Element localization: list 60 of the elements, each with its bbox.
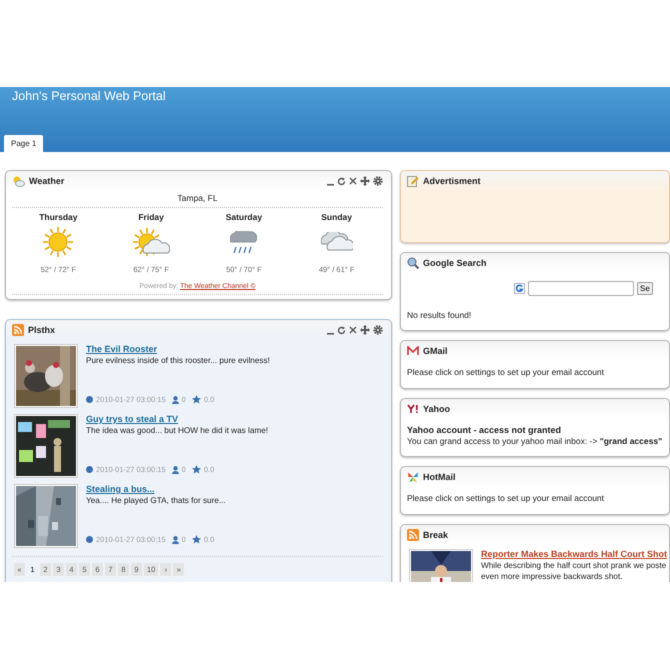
refresh-icon[interactable] xyxy=(337,326,346,334)
butterfly-icon xyxy=(407,471,419,483)
article-link[interactable]: Reporter Makes Backwards Half Court Shot xyxy=(481,549,668,559)
search-button[interactable]: Se xyxy=(637,282,653,295)
widget-title: Plsthx xyxy=(28,325,56,335)
widget-title: Weather xyxy=(29,176,64,186)
widget-title: GMail xyxy=(423,346,448,356)
mail-icon xyxy=(407,346,419,356)
star-icon xyxy=(192,395,201,404)
info-message: Please click on settings to set up your email account xyxy=(407,366,606,379)
close-icon[interactable] xyxy=(349,326,357,334)
day-label: Friday xyxy=(137,212,165,222)
notepad-icon xyxy=(407,175,419,187)
settings-icon[interactable] xyxy=(373,176,383,186)
user-icon xyxy=(172,466,179,474)
search-field[interactable] xyxy=(528,281,634,296)
access-message: You can grand access to your yahoo mail inbox: -> "grand access" xyxy=(407,435,661,448)
day-label: Saturday xyxy=(224,212,264,222)
user-icon xyxy=(172,396,179,404)
star-icon xyxy=(192,465,201,474)
article-summary: The idea was good... but HOW he did it was lame! xyxy=(86,426,268,437)
article-link[interactable]: The Evil Rooster xyxy=(86,344,270,354)
rss-icon xyxy=(407,529,419,541)
user-icon xyxy=(172,536,179,544)
article-summary: Yea.... He played GTA, thats for sure... xyxy=(86,496,226,507)
star-icon xyxy=(192,535,201,544)
rain-cloud-icon xyxy=(230,230,258,254)
widget-title: Break xyxy=(423,530,448,540)
cloud-icon xyxy=(320,232,353,252)
move-icon[interactable] xyxy=(360,176,370,186)
settings-icon[interactable] xyxy=(373,325,383,335)
clock-icon xyxy=(86,536,93,543)
refresh-icon[interactable] xyxy=(337,176,346,186)
widget-title: Advertisment xyxy=(423,176,481,186)
clock-icon xyxy=(86,466,93,473)
widget-title: Google Search xyxy=(423,258,487,268)
article-summary: Pure evilness inside of this rooster... pure evilness! xyxy=(86,356,270,367)
google-icon xyxy=(514,283,525,294)
article-link[interactable]: Stealing a bus... xyxy=(86,484,226,494)
clock-icon xyxy=(86,396,93,403)
article-link[interactable]: Guy trys to steal a TV xyxy=(86,414,268,424)
partly-cloudy-icon xyxy=(132,227,170,257)
status-message: No results found! xyxy=(407,309,472,322)
widget-title: HotMail xyxy=(423,472,456,482)
day-label: Sunday xyxy=(320,212,353,222)
location-label: Tampa, FL xyxy=(12,191,383,208)
move-icon[interactable] xyxy=(360,325,370,335)
article-summary: While describing the half court shot prank we poste even more impressive backwards shot. xyxy=(481,561,668,582)
sun-cloud-icon xyxy=(12,175,25,187)
logo-icon xyxy=(407,404,419,414)
portal-title: John's Personal Web Portal xyxy=(12,89,166,103)
access-heading: Yahoo account - access not granted xyxy=(407,425,562,435)
close-icon[interactable] xyxy=(349,177,357,185)
rss-icon xyxy=(12,324,24,336)
sun-icon xyxy=(42,226,74,258)
day-label: Thursday xyxy=(38,212,78,222)
search-icon xyxy=(407,257,419,269)
page-tab[interactable]: Page 1 xyxy=(4,135,44,152)
widget-title: Yahoo xyxy=(423,404,450,414)
info-message: Please click on settings to set up your email account xyxy=(407,492,606,505)
